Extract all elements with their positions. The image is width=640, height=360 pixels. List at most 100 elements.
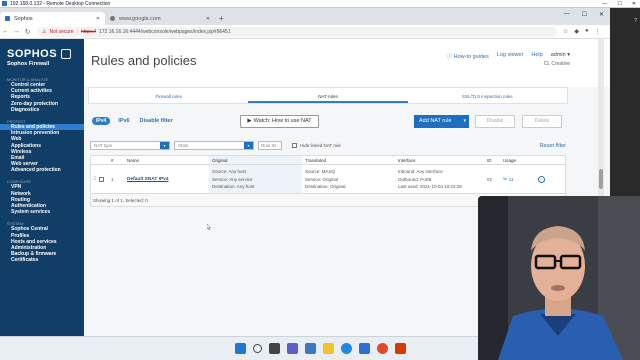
outbound-interface: Outbound: PortB — [398, 176, 432, 182]
profile-icon[interactable]: ● — [585, 28, 589, 35]
sidebar-item-certificates[interactable]: Certificates — [0, 257, 84, 263]
column-header-usage: Usage — [503, 157, 517, 163]
menu-kebab-icon[interactable]: ⋮ — [595, 28, 601, 35]
filter-bar: NAT type ▾ State ▾ Rule ID Hide linked N… — [90, 140, 566, 151]
browser-tabstrip: Sophos ✕ www.google.com ✕ + — ☐ ✕ — [0, 8, 610, 25]
remote-desktop-icon — [2, 1, 7, 6]
webcam-overlay — [478, 196, 640, 360]
state-select[interactable]: State ▾ — [174, 141, 254, 150]
traffic-icon: ⇋ — [503, 176, 507, 181]
product-name: Sophos Firewall — [7, 61, 50, 67]
chat-icon[interactable] — [286, 343, 298, 354]
start-icon[interactable] — [234, 343, 246, 354]
shield-logo-icon — [61, 49, 72, 59]
chevron-down-icon[interactable]: ▾ — [464, 118, 467, 124]
rules-subtabs: Firewall rules NAT rules SSL/TLS inspect… — [88, 87, 568, 104]
browser-minimize-button[interactable]: — — [564, 11, 570, 18]
browser-maximize-button[interactable]: ☐ — [582, 11, 587, 18]
reload-icon[interactable]: ↻ — [22, 28, 33, 36]
sophos-logo: SOPHOS Sophos Firewall — [0, 39, 84, 71]
not-secure-label: Not secure — [49, 28, 74, 35]
extensions-icon[interactable]: ◆ — [574, 28, 579, 35]
chrome-icon[interactable] — [376, 343, 388, 354]
widgets-icon[interactable] — [304, 343, 316, 354]
file-explorer-icon[interactable] — [322, 343, 334, 354]
tab-sophos[interactable]: Sophos ✕ — [0, 12, 105, 25]
close-tab-icon[interactable]: ✕ — [206, 16, 210, 22]
task-view-icon[interactable] — [268, 343, 280, 354]
tab-nat-rules[interactable]: NAT rules — [248, 88, 408, 103]
rule-id-input[interactable]: Rule ID — [258, 141, 282, 150]
column-header-translated: Translated — [305, 157, 327, 163]
globe-icon — [110, 16, 115, 21]
sophos-favicon-icon — [5, 16, 10, 21]
ipv6-toggle[interactable]: IPv6 — [118, 118, 129, 124]
reset-filter-link[interactable]: Reset filter — [540, 143, 566, 149]
table-header: # Name Original Translated Interface ID … — [91, 156, 565, 165]
nat-type-select[interactable]: NAT type ▾ — [90, 141, 170, 150]
column-header-interface: Interface — [398, 157, 416, 163]
url-protocol: https:// — [80, 28, 96, 35]
row-number: 1 — [111, 176, 114, 182]
translated-destination: Destination: Original — [305, 184, 346, 189]
disable-button[interactable]: Disable — [475, 114, 515, 128]
rule-id: #2 — [487, 176, 493, 182]
page-header: Rules and policies ⓘ How-to guides Log v… — [84, 39, 610, 87]
hide-linked-checkbox[interactable] — [292, 143, 297, 148]
translated-cell: Source: MASQ Service: Original Destinati… — [302, 169, 395, 189]
delete-button[interactable]: Delete — [522, 114, 562, 128]
nat-type-placeholder: NAT type — [94, 143, 113, 148]
rule-name-link[interactable]: Default SNAT IPv4 — [127, 177, 169, 182]
brave-icon[interactable] — [394, 343, 406, 354]
top-links: ⓘ How-to guides Log viewer Help admin ▾ … — [447, 52, 570, 67]
ipv4-toggle[interactable]: IPv4 — [92, 117, 111, 125]
scrollbar-thumb[interactable] — [599, 169, 603, 189]
search-icon[interactable] — [252, 344, 262, 353]
edge-icon[interactable] — [340, 343, 352, 354]
remote-desktop-title: 192.168.0.132 - Remote Desktop Connectio… — [10, 0, 111, 7]
play-icon: ▶ — [247, 118, 252, 124]
tab-google[interactable]: www.google.com ✕ — [105, 12, 215, 25]
tab-firewall-rules[interactable]: Firewall rules — [89, 88, 248, 103]
original-cell: Source: Any host Service: Any service De… — [209, 165, 302, 193]
hide-linked-label: Hide linked NAT rule — [300, 143, 341, 148]
watch-video-button[interactable]: ▶ Watch: How to use NAT — [240, 114, 319, 128]
close-tab-icon[interactable]: ✕ — [96, 16, 100, 22]
last-used: Last used: 2021-10-04 10:22:28 — [398, 184, 462, 189]
table-row[interactable]: ⠿ 1 Default SNAT IPv4 Source: Any host S… — [91, 165, 565, 194]
rdp-maximize-button[interactable]: ☐ — [617, 1, 621, 7]
disable-filter-link[interactable]: Disable filter — [140, 118, 173, 124]
row-checkbox[interactable] — [99, 176, 104, 182]
help-link[interactable]: Help — [531, 52, 542, 60]
column-header-id: ID — [487, 157, 492, 163]
sidebar-item-advanced-protection[interactable]: Advanced protection — [0, 167, 84, 173]
help-icon[interactable]: ? — [634, 18, 637, 24]
drag-handle-icon[interactable]: ⠿ — [91, 176, 99, 182]
how-to-guides-link[interactable]: ⓘ How-to guides — [447, 52, 489, 60]
log-viewer-link[interactable]: Log viewer — [497, 52, 524, 60]
warning-icon: ⚠ — [42, 28, 47, 35]
rdp-close-button[interactable]: ✕ — [632, 1, 636, 7]
address-bar: ← → ↻ ⚠ Not secure | https:// 172.16.16.… — [0, 25, 610, 39]
mouse-cursor-icon — [207, 224, 211, 230]
add-nat-rule-button[interactable]: Add NAT rule ▾ — [414, 114, 469, 128]
column-header-number: # — [111, 157, 114, 163]
store-icon[interactable] — [358, 343, 370, 354]
logo-text: SOPHOS — [7, 48, 58, 60]
url-text: 172.16.16.16:4444/webconsole/webpages/in… — [99, 28, 231, 35]
rule-status-toggle-icon[interactable]: − — [537, 175, 545, 183]
url-field[interactable]: ⚠ Not secure | https:// 172.16.16.16:444… — [37, 26, 557, 37]
admin-menu[interactable]: admin ▾ — [551, 52, 570, 60]
usage-cell: ⇋ 11 — [503, 176, 531, 182]
sidebar-item-system-services[interactable]: System services — [0, 209, 84, 215]
forward-icon[interactable]: → — [11, 28, 22, 35]
new-tab-button[interactable]: + — [215, 14, 228, 25]
back-icon[interactable]: ← — [0, 28, 11, 35]
browser-close-button[interactable]: ✕ — [599, 11, 604, 18]
tab-ssl-tls-inspection-rules[interactable]: SSL/TLS inspection rules — [408, 88, 567, 103]
sidebar-item-diagnostics[interactable]: Diagnostics — [0, 107, 84, 113]
bookmark-star-icon[interactable]: ☆ — [563, 28, 568, 35]
organization-name: CL Creative — [543, 61, 570, 67]
rdp-minimize-button[interactable]: — — [602, 1, 607, 7]
watch-label: Watch: How to use NAT — [253, 118, 312, 124]
